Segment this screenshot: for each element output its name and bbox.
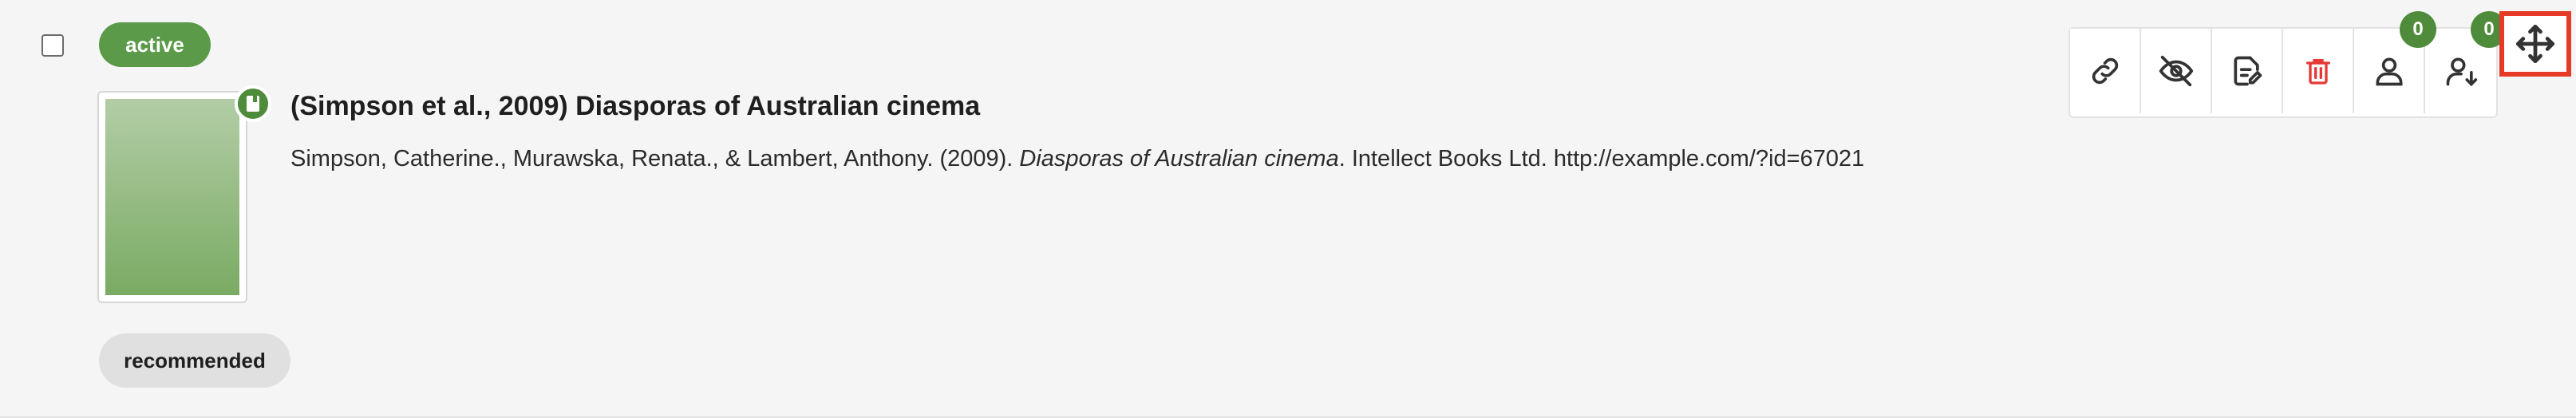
copy-link-button[interactable] <box>2070 29 2141 113</box>
eye-off-icon <box>2159 55 2193 87</box>
link-icon <box>2092 57 2118 85</box>
hide-button[interactable] <box>2141 29 2212 113</box>
citation-authors: Simpson, Catherine., Murawska, Renata., … <box>290 146 1013 172</box>
citation-title: Diasporas of Australian cinema <box>1019 146 1339 172</box>
assigned-count-badge: 0 <box>2400 11 2436 48</box>
cover-image <box>105 99 239 295</box>
status-badge: active <box>99 22 211 67</box>
reading-list-item: active (Simpson et al., 2009) Diasporas … <box>0 0 2576 418</box>
person-icon <box>2376 57 2402 86</box>
item-citation: Simpson, Catherine., Murawska, Renata., … <box>290 146 1864 172</box>
move-icon <box>2515 24 2555 64</box>
select-checkbox[interactable] <box>41 34 64 57</box>
item-actions-toolbar: 0 0 <box>2068 11 2507 118</box>
edit-note-button[interactable] <box>2212 29 2283 113</box>
book-type-icon <box>235 85 271 122</box>
person-download-icon <box>2446 57 2477 87</box>
delete-button[interactable] <box>2283 29 2354 113</box>
move-handle-button[interactable] <box>2499 11 2571 77</box>
edit-document-icon <box>2234 56 2262 86</box>
assign-user-button[interactable]: 0 <box>2354 11 2436 113</box>
tag-chip[interactable]: recommended <box>99 333 290 388</box>
item-title[interactable]: (Simpson et al., 2009) Diasporas of Aust… <box>290 91 980 122</box>
citation-publisher: . Intellect Books Ltd. http://example.co… <box>1338 146 1865 172</box>
user-download-button[interactable]: 0 <box>2425 11 2507 113</box>
cover-thumbnail[interactable] <box>97 91 247 303</box>
trash-icon <box>2305 59 2330 85</box>
